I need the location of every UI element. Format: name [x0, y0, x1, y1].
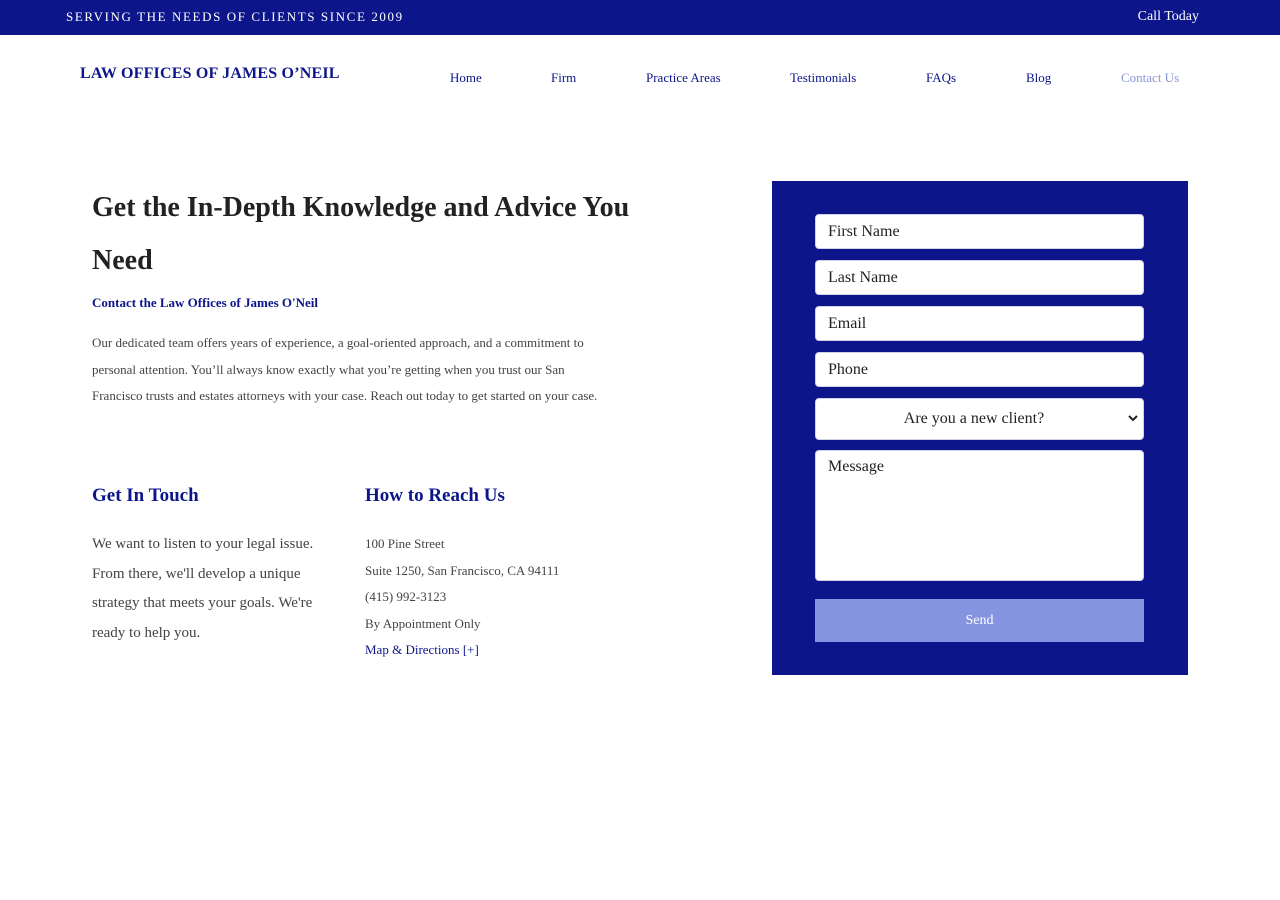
new-client-select[interactable]: Are you a new client?: [815, 398, 1144, 440]
nav-item-blog[interactable]: Blog: [1026, 70, 1051, 86]
send-button[interactable]: Send: [815, 599, 1144, 642]
appointment-note: By Appointment Only: [365, 615, 481, 631]
main-nav: Home Firm Practice Areas Testimonials FA…: [0, 70, 1280, 86]
chevron-down-icon: [1128, 415, 1138, 422]
nav-item-home[interactable]: Home: [450, 70, 482, 86]
nav-item-testimonials[interactable]: Testimonials: [790, 70, 856, 86]
page-title: Get the In-Depth Knowledge and Advice Yo…: [92, 192, 630, 276]
nav-item-firm[interactable]: Firm: [551, 70, 576, 86]
first-name-field[interactable]: [815, 214, 1144, 249]
new-client-select-value: Are you a new client?: [903, 410, 1045, 427]
nav-item-contact-us[interactable]: Contact Us: [1121, 70, 1179, 86]
last-name-field[interactable]: [815, 260, 1144, 295]
call-today-link[interactable]: Call Today: [1138, 9, 1199, 25]
message-field[interactable]: [815, 450, 1144, 581]
tagline: SERVING THE NEEDS OF CLIENTS SINCE 2009: [66, 9, 404, 24]
get-in-touch-text: We want to listen to your legal issue. F…: [92, 536, 314, 641]
contact-form: Are you a new client? Send: [772, 181, 1188, 675]
how-to-reach-us-heading: How to Reach Us: [365, 485, 505, 506]
intro-paragraph: Our dedicated team offers years of exper…: [92, 335, 598, 404]
contact-details: 100 Pine Street Suite 1250, San Francisc…: [365, 531, 559, 664]
page-subtitle: Contact the Law Offices of James O'Neil: [92, 295, 319, 310]
phone-field[interactable]: [815, 352, 1144, 387]
map-directions-link[interactable]: Map & Directions [+]: [365, 637, 559, 664]
nav-item-faqs[interactable]: FAQs: [926, 70, 956, 86]
address-line-2: Suite 1250, San Francisco, CA 94111: [365, 562, 560, 578]
nav-item-practice-areas[interactable]: Practice Areas: [646, 70, 721, 86]
email-field[interactable]: [815, 306, 1144, 341]
get-in-touch-heading: Get In Touch: [92, 485, 199, 506]
top-bar: SERVING THE NEEDS OF CLIENTS SINCE 2009 …: [0, 0, 1280, 35]
phone-number: (415) 992-3123: [365, 589, 447, 605]
address-line-1: 100 Pine Street: [365, 536, 445, 551]
